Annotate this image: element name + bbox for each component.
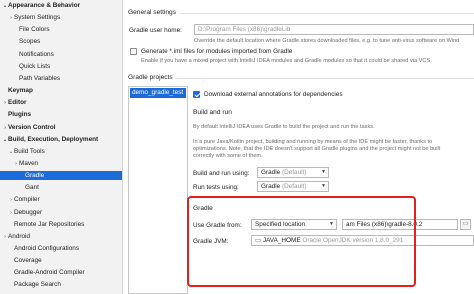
sidebar-item-label: Editor xyxy=(8,99,27,107)
sidebar-item-notifications[interactable]: Notifications xyxy=(0,50,122,59)
sidebar-item-label: Debugger xyxy=(14,208,43,216)
gradle-highlight-box xyxy=(187,196,416,287)
sidebar-item-version-control[interactable]: › Version Control xyxy=(0,123,122,132)
build-using-select[interactable]: Gradle (Default) ▼ xyxy=(257,167,329,178)
sidebar-item-label: Appearance & Behavior xyxy=(8,2,81,9)
build-run-desc-4: correctly with some of them. xyxy=(193,153,263,159)
sidebar-item-android[interactable]: › Android xyxy=(0,232,122,241)
sidebar-item-build-tools[interactable]: ⌄Build Tools xyxy=(0,147,122,156)
chevron-down-icon: ▼ xyxy=(321,169,326,175)
build-using-label: Build and run using: xyxy=(193,170,250,177)
sidebar-item-label: Plugins xyxy=(8,111,32,119)
sidebar-item-editor[interactable]: › Editor xyxy=(0,98,122,107)
sidebar-item-path-variables[interactable]: Path Variables xyxy=(0,74,122,83)
settings-tree: ⌄Appearance & Behavior › System Settings Fi… xyxy=(0,0,123,294)
sidebar-item-label: Scopes xyxy=(19,38,41,46)
sidebar-item-label: Android Configurations xyxy=(14,245,80,252)
user-home-input[interactable]: D:\Program Files (x86)\gradleLib xyxy=(194,24,474,35)
sidebar-item-coverage[interactable]: Coverage xyxy=(0,256,122,265)
sidebar-item-file-colors[interactable]: File Colors xyxy=(0,25,122,34)
sidebar-item-label: Android xyxy=(8,232,31,240)
sidebar-item-label: Build, Execution, Deployment xyxy=(8,135,99,143)
divider xyxy=(175,78,474,79)
sidebar-item-gradle-android-compiler[interactable]: Gradle-Android Compiler xyxy=(0,268,122,277)
sidebar-item-debugger[interactable]: › Debugger xyxy=(0,208,122,217)
tests-using-suffix: (Default) xyxy=(281,183,307,190)
user-home-hint: Override the default location where Grad… xyxy=(194,38,460,44)
sidebar-item-label: Keymap xyxy=(8,87,33,95)
sidebar-item-android-configurations[interactable]: Android Configurations xyxy=(0,244,122,253)
sidebar-item-maven[interactable]: › Maven xyxy=(0,159,122,168)
sidebar-item-gant[interactable]: Gant xyxy=(0,183,122,192)
tests-using-select[interactable]: Gradle (Default) ▼ xyxy=(257,181,329,192)
sidebar-item-plugins[interactable]: Plugins xyxy=(0,110,122,119)
divider xyxy=(181,13,474,14)
sidebar-item-label: Path Variables xyxy=(19,74,61,82)
sidebar-item-label: Version Control xyxy=(8,123,56,131)
build-using-suffix: (Default) xyxy=(281,169,307,176)
sidebar-item-label: Notifications xyxy=(19,50,54,58)
generate-iml-hint: Enable if you have a mixed project with … xyxy=(141,58,431,64)
build-run-desc-2: In a pure Java/Kotlin project, building … xyxy=(193,139,433,145)
sidebar-item-gradle[interactable]: Gradle xyxy=(0,171,122,181)
generate-iml-checkbox[interactable] xyxy=(130,48,137,55)
sidebar-item-label: Build Tools xyxy=(14,147,45,155)
sidebar-item-package-search[interactable]: Package Search xyxy=(0,280,122,289)
sidebar-item-system-settings[interactable]: › System Settings xyxy=(0,13,122,22)
sidebar-item-label: Quick Lists xyxy=(19,62,51,70)
download-annotations-checkbox[interactable] xyxy=(193,91,200,98)
sidebar-item-label: Maven xyxy=(19,159,39,167)
sidebar-item-compiler[interactable]: › Compiler xyxy=(0,195,122,204)
gradle-projects-title: Gradle projects xyxy=(128,74,173,81)
sidebar-item-scopes[interactable]: Scopes xyxy=(0,37,122,46)
sidebar-item-label: Compiler xyxy=(14,196,40,204)
gradle-projects-list[interactable]: demo_gradle_test xyxy=(128,86,188,294)
tests-using-value: Gradle xyxy=(261,183,281,190)
build-run-desc-3: optimizations. Note, that the IDE doesn'… xyxy=(193,146,441,152)
build-and-run-title: Build and run xyxy=(193,109,232,116)
build-using-value: Gradle xyxy=(261,169,281,176)
build-run-desc-1: By default IntelliJ IDEA uses Gradle to … xyxy=(193,124,375,130)
generate-iml-label: Generate *.iml files for modules importe… xyxy=(141,48,293,55)
sidebar-item-label: Gradle xyxy=(25,172,45,180)
general-settings-title: General settings xyxy=(128,9,177,16)
sidebar-item-label: System Settings xyxy=(14,14,61,22)
sidebar-item-label: Gant xyxy=(25,184,39,192)
sidebar-item-appearance-behavior[interactable]: ⌄Appearance & Behavior xyxy=(0,1,122,10)
sidebar-item-quick-lists[interactable]: Quick Lists xyxy=(0,62,122,71)
project-item-demo-gradle-test[interactable]: demo_gradle_test xyxy=(130,88,186,98)
sidebar-item-label: Coverage xyxy=(14,257,42,265)
folder-icon[interactable]: ▭ xyxy=(460,219,471,230)
sidebar-item-label: Remote Jar Repositories xyxy=(14,220,85,228)
chevron-down-icon: ▼ xyxy=(321,183,326,189)
user-home-label: Gradle user home: xyxy=(129,27,182,34)
sidebar-item-label: Package Search xyxy=(14,281,61,289)
sidebar-item-keymap[interactable]: Keymap xyxy=(0,86,122,95)
tests-using-label: Run tests using: xyxy=(193,184,239,191)
download-annotations-label: Download external annotations for depend… xyxy=(204,91,343,98)
sidebar-item-build-execution-deployment[interactable]: ⌄Build, Execution, Deployment xyxy=(0,135,122,144)
sidebar-item-label: File Colors xyxy=(19,26,50,34)
sidebar-item-label: Gradle-Android Compiler xyxy=(14,269,85,277)
sidebar-item-remote-jar-repositories[interactable]: Remote Jar Repositories xyxy=(0,220,122,229)
